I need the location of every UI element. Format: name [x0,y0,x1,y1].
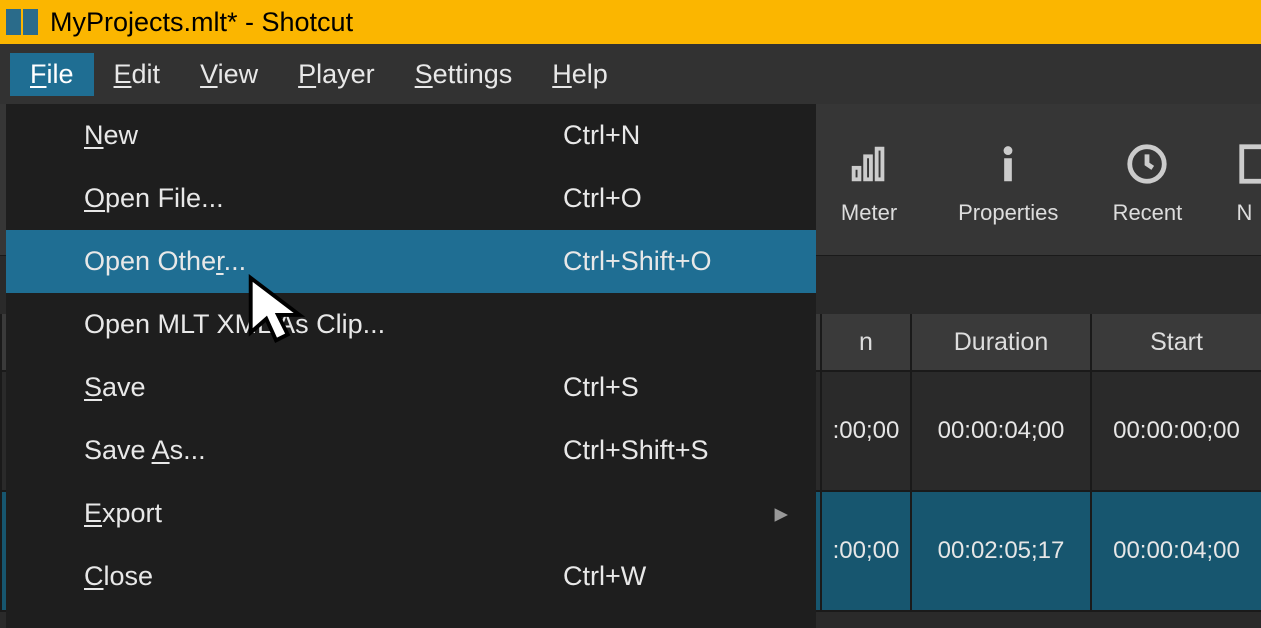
file-menu-dropdown: New Ctrl+N Open File... Ctrl+O Open Othe… [6,104,816,628]
cell-in: :00;00 [820,372,910,490]
shortcut-label: Ctrl+Shift+O [563,246,788,277]
app-icon [6,9,38,35]
menu-settings[interactable]: Settings [395,53,533,96]
menu-item-open-mlt-xml[interactable]: Open MLT XML As Clip... [6,293,816,356]
menu-view[interactable]: View [180,53,278,96]
menu-item-export[interactable]: Export ▸ [6,482,816,545]
menu-file[interactable]: File [10,53,94,96]
menu-player[interactable]: Player [278,53,395,96]
menu-edit[interactable]: Edit [94,53,181,96]
col-start[interactable]: Start [1090,314,1261,370]
shortcut-label: Ctrl+Shift+S [563,435,788,466]
toolbar-label: Recent [1113,200,1183,226]
toolbar-label: Properties [958,200,1058,226]
menu-item-open-other[interactable]: Open Other... Ctrl+Shift+O [6,230,816,293]
toolbar-label: Meter [841,200,897,226]
menubar: File Edit View Player Settings Help [0,44,1261,104]
toolbar-label: N [1236,200,1252,226]
menu-help[interactable]: Help [532,53,628,96]
shortcut-label: Ctrl+O [563,183,788,214]
menu-item-save[interactable]: Save Ctrl+S [6,356,816,419]
cell-duration: 00:00:04;00 [910,372,1090,490]
shortcut-label: Ctrl+W [563,561,788,592]
info-icon [985,134,1031,194]
clock-icon [1124,134,1170,194]
cell-start: 00:00:04;00 [1090,492,1261,610]
window-title: MyProjects.mlt* - Shotcut [50,7,353,38]
shortcut-label: Ctrl+S [563,372,788,403]
shortcut-label: Ctrl+N [563,120,788,151]
chevron-right-icon: ▸ [774,498,788,529]
toolbar-meter[interactable]: Meter [820,134,918,226]
toolbar-partial[interactable]: N [1236,134,1261,226]
toolbar-recent[interactable]: Recent [1098,134,1196,226]
col-duration[interactable]: Duration [910,314,1090,370]
toolbar-properties[interactable]: Properties [958,134,1058,226]
cell-start: 00:00:00;00 [1090,372,1261,490]
cell-duration: 00:02:05;17 [910,492,1090,610]
menu-item-close[interactable]: Close Ctrl+W [6,545,816,608]
menu-item-new[interactable]: New Ctrl+N [6,104,816,167]
titlebar: MyProjects.mlt* - Shotcut [0,0,1261,44]
menu-item-save-as[interactable]: Save As... Ctrl+Shift+S [6,419,816,482]
menu-item-open-file[interactable]: Open File... Ctrl+O [6,167,816,230]
col-in-fragment[interactable]: n [820,314,910,370]
cell-in: :00;00 [820,492,910,610]
partial-icon [1236,134,1261,194]
meter-icon [846,134,892,194]
